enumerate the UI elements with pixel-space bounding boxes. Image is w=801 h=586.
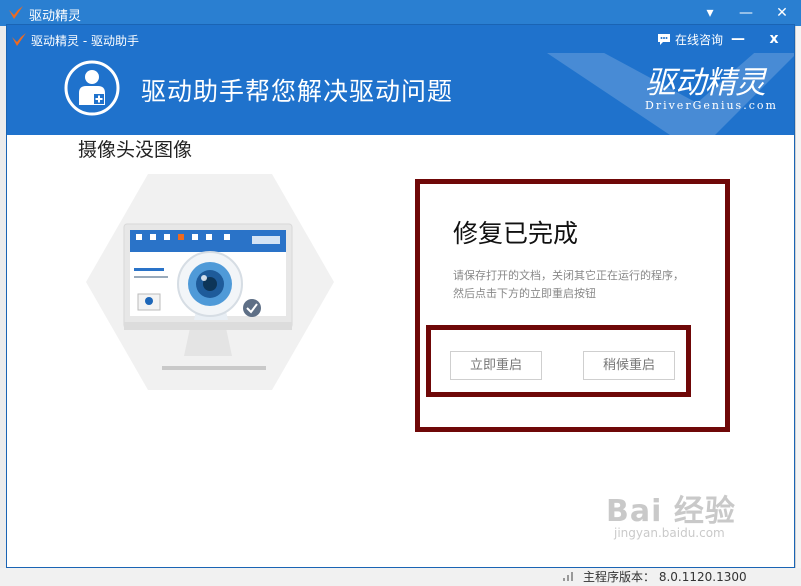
fix-description-line: 请保存打开的文档，关闭其它正在运行的程序， [453, 269, 684, 282]
baidu-jingyan-watermark: Bai 经验 jingyan.baidu.com [606, 494, 736, 540]
fix-description: 请保存打开的文档，关闭其它正在运行的程序， 然后点击下方的立即重启按钮 [453, 267, 723, 303]
brand-logo: 驱动精灵 [645, 61, 766, 101]
minimize-button[interactable]: — [734, 2, 758, 24]
background-window-title: 驱动精灵 [29, 9, 82, 24]
header-banner: 驱动助手帮您解决驱动问题 驱动精灵 DriverGenius.com [7, 53, 794, 135]
restart-later-button[interactable]: 稍候重启 [583, 351, 675, 380]
online-consult-label: 在线咨询 [675, 32, 724, 47]
background-window-edge [795, 26, 801, 586]
doctor-icon [64, 60, 120, 116]
webcam-monitor-illustration [86, 174, 334, 390]
background-window-titlebar: 驱动精灵 ▾ — ✕ [0, 0, 801, 26]
version-label: 主程序版本： 8.0.1120.1300 [583, 570, 747, 584]
brand-url: DriverGenius.com [645, 99, 778, 112]
dialog-title: 驱动精灵 - 驱动助手 [31, 34, 139, 48]
chat-bubble-icon [658, 34, 670, 45]
dialog-close-button[interactable]: x [763, 29, 785, 49]
dialog-minimize-button[interactable]: — [727, 29, 749, 49]
driver-genius-logo-icon [12, 33, 26, 46]
driver-genius-logo-icon [9, 6, 23, 19]
fix-description-line: 然后点击下方的立即重启按钮 [453, 287, 596, 300]
brand-name: 驱动精灵 [645, 64, 766, 101]
fix-complete-title: 修复已完成 [453, 219, 579, 248]
online-consult-link[interactable]: 在线咨询 [656, 31, 723, 47]
problem-title: 摄像头没图像 [78, 139, 193, 161]
restart-now-button[interactable]: 立即重启 [450, 351, 542, 380]
dialog-titlebar[interactable]: 驱动精灵 - 驱动助手 在线咨询 — x [7, 25, 794, 53]
close-button[interactable]: ✕ [770, 2, 794, 24]
banner-headline: 驱动助手帮您解决驱动问题 [141, 77, 454, 106]
signal-icon [563, 572, 573, 581]
dropdown-icon[interactable]: ▾ [698, 2, 722, 24]
